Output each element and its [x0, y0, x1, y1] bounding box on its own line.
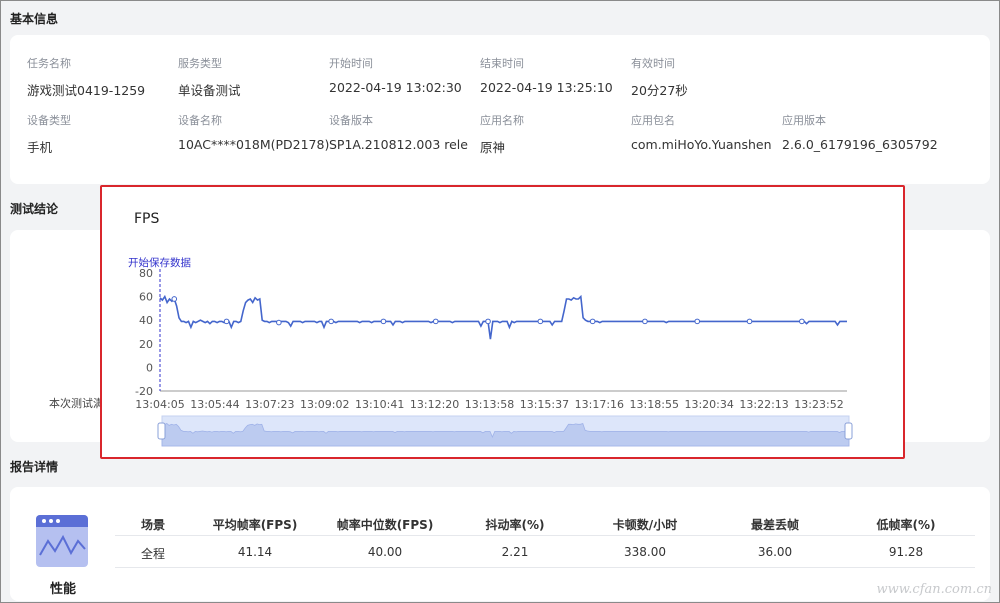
cell-worst-drop: 36.00 [757, 545, 793, 559]
zoom-handle-left[interactable] [157, 422, 166, 440]
fps-data-point [328, 318, 334, 325]
fps-line-chart[interactable]: -2002040608013:04:05 13:05:44 13:07:23 13:0… [102, 187, 903, 457]
end-time-label: 结束时间 [480, 57, 524, 70]
fps-data-point [432, 318, 439, 325]
device-type-label: 设备类型 [27, 114, 71, 127]
x-tick-label: 13:22:13 [739, 398, 788, 411]
app-package-value: com.miHoYo.Yuanshen [631, 137, 772, 152]
conclusion-text: 本次测试满 [49, 397, 104, 410]
fps-data-point [799, 318, 805, 325]
basic-info-card: 任务名称 游戏测试0419-1259 服务类型 单设备测试 开始时间 2022-… [10, 35, 990, 184]
cell-jitter: 2.21 [501, 545, 529, 559]
fps-data-point [485, 318, 491, 325]
icon-wave [39, 534, 86, 556]
conclusion-title: 测试结论 [10, 202, 59, 216]
report-card [10, 487, 990, 601]
col-header-scene: 场景 [140, 518, 166, 532]
end-time-value: 2022-04-19 13:25:10 [480, 80, 613, 95]
report-title: 报告详情 [10, 460, 59, 474]
app-name-value: 原神 [480, 140, 506, 155]
table-divider [115, 535, 975, 536]
fps-data-point [746, 318, 753, 325]
y-tick-label: -20 [135, 385, 153, 398]
device-name-label: 设备名称 [178, 114, 222, 127]
cell-median-fps: 40.00 [367, 545, 403, 559]
fps-data-point [642, 318, 648, 325]
start-time-label: 开始时间 [329, 57, 373, 70]
task-name-value: 游戏测试0419-1259 [27, 83, 146, 98]
device-name-value: 10AC****018M(PD2178) [178, 137, 330, 152]
fps-data-point [589, 318, 596, 325]
x-tick-label: 13:10:41 [355, 398, 404, 411]
fps-data-point [694, 318, 701, 325]
performance-chart-icon[interactable] [36, 515, 88, 567]
x-tick-label: 13:20:34 [684, 398, 733, 411]
col-header-median-fps: 帧率中位数(FPS) [336, 518, 434, 532]
device-type-value: 手机 [27, 140, 53, 155]
y-tick-label: 60 [139, 291, 153, 304]
fps-data-point [223, 318, 230, 325]
service-type-value: 单设备测试 [178, 83, 241, 98]
basic-info-title: 基本信息 [10, 12, 59, 26]
zoom-handle-right[interactable] [844, 422, 853, 440]
x-tick-label: 13:12:20 [410, 398, 459, 411]
fps-chart-popup: FPS -20 0 20 40 60 80 13:04:05 13:05:44 13:07:23… [100, 185, 905, 459]
app-version-value: 2.6.0_6179196_6305792 [782, 137, 938, 152]
col-header-jitter: 抖动率(%) [485, 518, 545, 532]
valid-time-label: 有效时间 [631, 57, 675, 70]
cell-scene: 全程 [140, 547, 166, 561]
x-tick-label: 13:07:23 [245, 398, 294, 411]
x-tick-label: 13:23:52 [794, 398, 843, 411]
x-tick-label: 13:15:37 [520, 398, 569, 411]
x-tick-label: 13:13:58 [465, 398, 514, 411]
col-header-worst-drop: 最差丢帧 [750, 518, 800, 532]
table-divider [115, 567, 975, 568]
y-tick-label: 0 [146, 361, 153, 374]
watermark: www.cfan.com.cn [876, 582, 992, 597]
fps-data-point [537, 318, 544, 325]
x-tick-label: 13:04:05 [135, 398, 184, 411]
fps-data-point [171, 296, 178, 302]
app-version-label: 应用版本 [782, 114, 826, 127]
col-header-low-fps: 低帧率(%) [876, 518, 936, 532]
fps-data-point [380, 318, 387, 325]
performance-label: 性能 [50, 582, 77, 597]
start-marker-label: 开始保存数据 [128, 256, 191, 269]
y-tick-label: 40 [139, 314, 153, 327]
y-tick-label: 20 [139, 338, 153, 351]
service-type-label: 服务类型 [178, 57, 222, 70]
col-header-avg-fps: 平均帧率(FPS) [212, 518, 298, 532]
task-name-label: 任务名称 [27, 57, 71, 70]
start-time-value: 2022-04-19 13:02:30 [329, 80, 462, 95]
valid-time-value: 20分27秒 [631, 83, 688, 98]
device-version-label: 设备版本 [329, 114, 373, 127]
x-tick-label: 13:17:16 [575, 398, 624, 411]
x-tick-label: 13:09:02 [300, 398, 349, 411]
cell-low-fps: 91.28 [888, 545, 924, 559]
fps-series-line [159, 294, 847, 340]
fps-data-point [276, 319, 282, 326]
app-package-label: 应用包名 [631, 114, 675, 127]
cell-avg-fps: 41.14 [237, 545, 273, 559]
x-tick-label: 13:18:55 [630, 398, 679, 411]
device-version-value: SP1A.210812.003 rele... [329, 137, 469, 152]
x-tick-label: 13:05:44 [190, 398, 239, 411]
col-header-jank: 卡顿数/小时 [612, 518, 678, 532]
cell-jank: 338.00 [624, 545, 666, 559]
app-name-label: 应用名称 [480, 114, 524, 127]
